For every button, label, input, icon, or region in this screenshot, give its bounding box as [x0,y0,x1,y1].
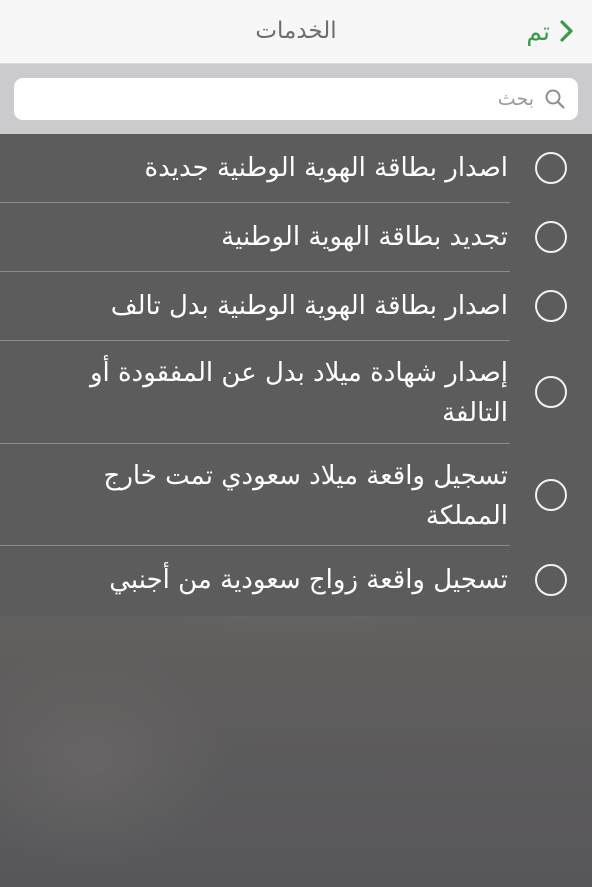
radio-unchecked-icon[interactable] [535,479,567,511]
done-label: تم [526,16,550,46]
service-option[interactable]: تسجيل واقعة زواج سعودية من أجنبي [0,546,592,616]
done-button[interactable]: تم [526,12,574,50]
service-option[interactable]: اصدار بطاقة الهوية الوطنية جديدة [0,134,592,203]
services-list: اصدار بطاقة الهوية الوطنية جديدة تجديد ب… [0,134,592,616]
service-option[interactable]: تسجيل واقعة ميلاد سعودي تمت خارج المملكة [0,444,592,546]
radio-unchecked-icon[interactable] [535,564,567,596]
search-input[interactable] [54,78,534,120]
service-option[interactable]: إصدار شهادة ميلاد بدل عن المفقودة أو الت… [0,341,592,444]
search-bar [0,64,592,134]
radio-unchecked-icon[interactable] [535,290,567,322]
radio-unchecked-icon[interactable] [535,152,567,184]
search-icon [545,89,565,109]
navigation-bar: الخدمات تم [0,0,592,64]
service-option-label: اصدار بطاقة الهوية الوطنية جديدة [144,153,508,183]
search-field[interactable] [14,78,578,120]
chevron-right-icon [560,20,573,42]
service-option-label: تسجيل واقعة زواج سعودية من أجنبي [109,565,508,595]
service-option-label: إصدار شهادة ميلاد بدل عن المفقودة أو الت… [89,358,508,428]
page-title: الخدمات [255,18,337,44]
service-option-label: تجديد بطاقة الهوية الوطنية [221,222,508,252]
service-option[interactable]: تجديد بطاقة الهوية الوطنية [0,203,592,272]
service-option-label: اصدار بطاقة الهوية الوطنية بدل تالف [110,291,508,321]
radio-unchecked-icon[interactable] [535,221,567,253]
service-option-label: تسجيل واقعة ميلاد سعودي تمت خارج المملكة [103,461,508,531]
service-option[interactable]: اصدار بطاقة الهوية الوطنية بدل تالف [0,272,592,341]
radio-unchecked-icon[interactable] [535,376,567,408]
